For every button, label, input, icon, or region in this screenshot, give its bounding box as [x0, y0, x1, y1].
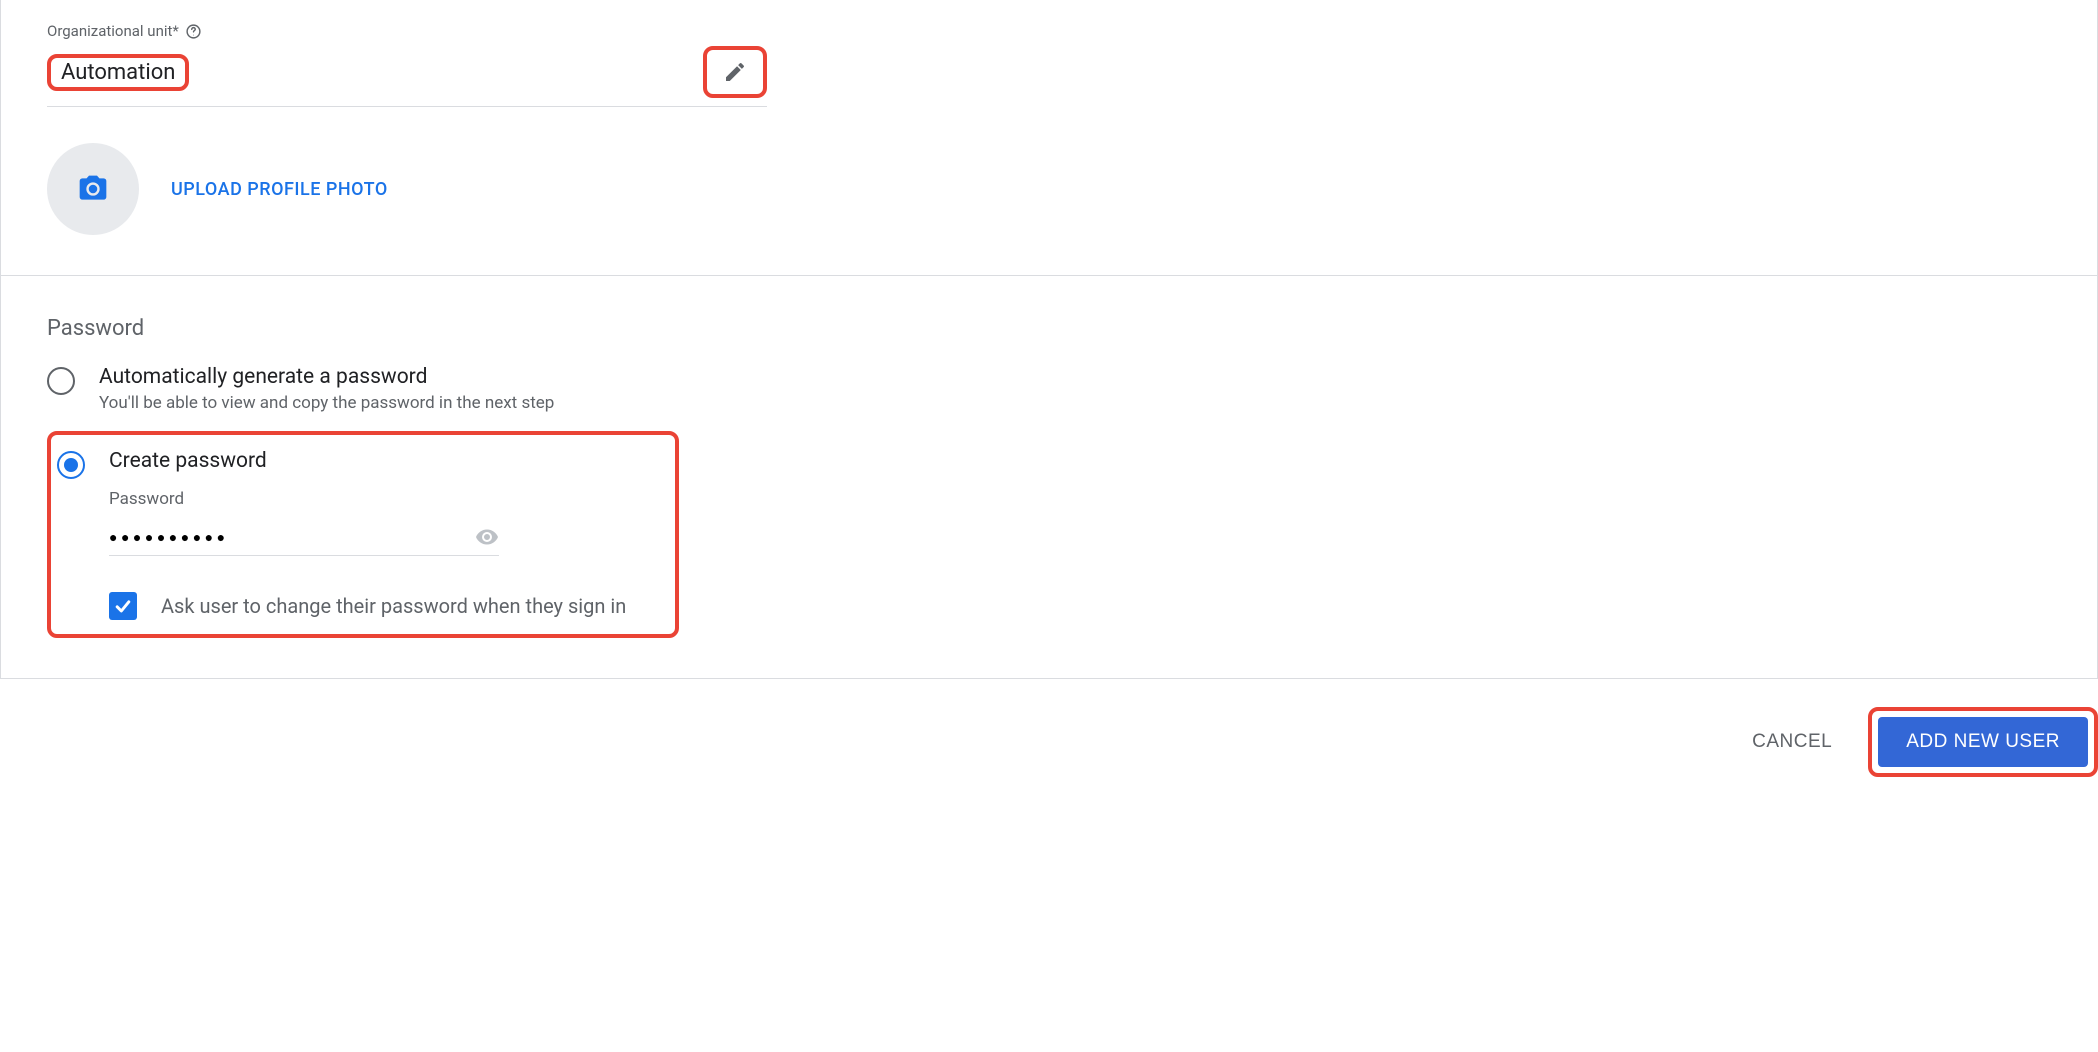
org-section: Organizational unit* Automation — [1, 0, 2097, 235]
help-icon[interactable] — [185, 23, 202, 40]
password-field-section: Password ●●●●●●●●●● — [109, 489, 665, 556]
radio-auto-sublabel: You'll be able to view and copy the pass… — [99, 393, 554, 413]
org-unit-row: Automation — [47, 46, 767, 107]
ask-change-row: Ask user to change their password when t… — [109, 592, 665, 620]
radio-create-text: Create password — [109, 449, 267, 473]
avatar-placeholder[interactable] — [47, 143, 139, 235]
cancel-button[interactable]: CANCEL — [1744, 719, 1840, 765]
password-input[interactable]: ●●●●●●●●●● — [109, 529, 475, 545]
org-unit-value-highlight: Automation — [47, 54, 189, 91]
add-user-form-card: Organizational unit* Automation — [0, 0, 2098, 679]
radio-create-password[interactable]: Create password — [57, 449, 665, 479]
org-unit-label: Organizational unit* — [47, 22, 179, 40]
camera-icon — [77, 173, 109, 205]
radio-auto-generate-input[interactable] — [47, 367, 75, 395]
radio-auto-generate[interactable]: Automatically generate a password You'll… — [47, 365, 2051, 413]
check-icon — [113, 596, 133, 616]
password-section-title: Password — [47, 316, 2051, 341]
radio-create-password-input[interactable] — [57, 451, 85, 479]
upload-photo-row: UPLOAD PROFILE PHOTO — [47, 143, 2051, 235]
radio-auto-text: Automatically generate a password You'll… — [99, 365, 554, 413]
password-field-label: Password — [109, 489, 665, 509]
eye-icon[interactable] — [475, 525, 499, 549]
add-user-button[interactable]: ADD NEW USER — [1878, 717, 2088, 767]
create-password-highlight: Create password Password ●●●●●●●●●● — [47, 431, 679, 638]
radio-create-label: Create password — [109, 449, 267, 473]
pencil-icon[interactable] — [723, 60, 747, 84]
ask-change-label: Ask user to change their password when t… — [161, 594, 626, 618]
org-unit-label-row: Organizational unit* — [47, 22, 2051, 40]
ask-change-checkbox[interactable] — [109, 592, 137, 620]
password-section: Password Automatically generate a passwo… — [1, 276, 2097, 678]
org-unit-value: Automation — [61, 60, 175, 85]
password-input-row: ●●●●●●●●●● — [109, 515, 499, 556]
radio-auto-label: Automatically generate a password — [99, 365, 554, 389]
add-user-button-highlight: ADD NEW USER — [1868, 707, 2098, 777]
dialog-actions: CANCEL ADD NEW USER — [0, 679, 2098, 789]
upload-photo-link[interactable]: UPLOAD PROFILE PHOTO — [171, 179, 388, 200]
edit-org-button-highlight — [703, 46, 767, 98]
